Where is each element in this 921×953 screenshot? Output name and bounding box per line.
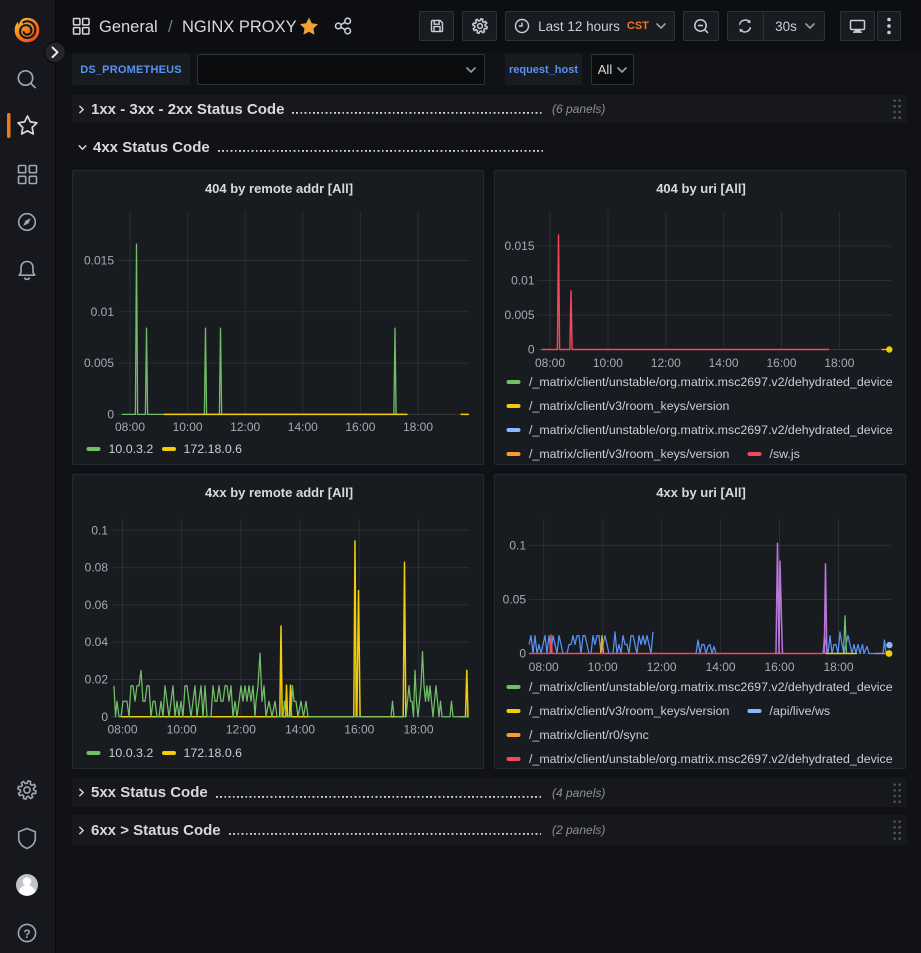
svg-text:0.015: 0.015 — [84, 254, 114, 268]
svg-text:/_matrix/client/v3/room_keys/v: /_matrix/client/v3/room_keys/version — [529, 704, 729, 718]
svg-text:18:00: 18:00 — [823, 660, 853, 674]
svg-text:18:00: 18:00 — [403, 723, 433, 737]
svg-text:16:00: 16:00 — [766, 356, 796, 370]
svg-text:404 by uri [All]: 404 by uri [All] — [656, 181, 746, 196]
svg-text:0: 0 — [107, 407, 114, 421]
svg-text:12:00: 12:00 — [647, 660, 677, 674]
svg-text:0.01: 0.01 — [511, 274, 535, 288]
svg-text:4xx by remote addr [All]: 4xx by remote addr [All] — [205, 485, 353, 500]
svg-text:10.0.3.2: 10.0.3.2 — [109, 442, 154, 456]
svg-text:4xx by uri [All]: 4xx by uri [All] — [656, 485, 746, 500]
svg-text:?: ? — [23, 927, 30, 941]
svg-text:/_matrix/client/v3/room_keys/v: /_matrix/client/v3/room_keys/version — [529, 447, 729, 461]
svg-text:08:00: 08:00 — [529, 660, 559, 674]
svg-text:18:00: 18:00 — [824, 356, 854, 370]
svg-text:0.005: 0.005 — [504, 308, 534, 322]
svg-text:18:00: 18:00 — [403, 420, 433, 434]
svg-text:/api/live/ws: /api/live/ws — [770, 704, 831, 718]
svg-text:/_matrix/client/unstable/org.m: /_matrix/client/unstable/org.matrix.msc2… — [529, 423, 893, 437]
svg-text:0.08: 0.08 — [85, 561, 109, 575]
svg-text:NGINX PROXY: NGINX PROXY — [182, 18, 297, 36]
svg-text:0.01: 0.01 — [91, 305, 115, 319]
svg-text:10:00: 10:00 — [593, 356, 623, 370]
svg-text:0.1: 0.1 — [509, 539, 526, 553]
svg-text:172.18.0.6: 172.18.0.6 — [184, 442, 243, 456]
svg-text:0.06: 0.06 — [85, 598, 109, 612]
svg-text:14:00: 14:00 — [288, 420, 318, 434]
svg-text:0.1: 0.1 — [91, 523, 108, 537]
svg-text:16:00: 16:00 — [345, 420, 375, 434]
svg-text:16:00: 16:00 — [764, 660, 794, 674]
svg-text:0.05: 0.05 — [503, 593, 527, 607]
svg-text:08:00: 08:00 — [535, 356, 565, 370]
svg-text:0.04: 0.04 — [85, 635, 109, 649]
svg-text:/_matrix/client/r0/sync: /_matrix/client/r0/sync — [529, 728, 649, 742]
svg-text:0: 0 — [528, 343, 535, 357]
svg-text:0.005: 0.005 — [84, 356, 114, 370]
svg-text:/_matrix/client/unstable/org.m: /_matrix/client/unstable/org.matrix.msc2… — [529, 752, 893, 766]
svg-text:10.0.3.2: 10.0.3.2 — [109, 746, 154, 760]
svg-text:12:00: 12:00 — [651, 356, 681, 370]
svg-text:General: General — [99, 18, 158, 36]
svg-text:10:00: 10:00 — [173, 420, 203, 434]
svg-text:10:00: 10:00 — [167, 723, 197, 737]
svg-text:10:00: 10:00 — [588, 660, 618, 674]
svg-text:404 by remote addr [All]: 404 by remote addr [All] — [205, 181, 353, 196]
svg-text:08:00: 08:00 — [107, 723, 137, 737]
svg-text:14:00: 14:00 — [706, 660, 736, 674]
svg-text:08:00: 08:00 — [115, 420, 145, 434]
svg-text:0: 0 — [519, 647, 526, 661]
svg-text:/_matrix/client/v3/room_keys/v: /_matrix/client/v3/room_keys/version — [529, 399, 729, 413]
svg-text:/_matrix/client/unstable/org.m: /_matrix/client/unstable/org.matrix.msc2… — [529, 680, 893, 694]
svg-text:/sw.js: /sw.js — [770, 447, 800, 461]
svg-text:12:00: 12:00 — [226, 723, 256, 737]
svg-text:172.18.0.6: 172.18.0.6 — [184, 746, 243, 760]
svg-text:/_matrix/client/unstable/org.m: /_matrix/client/unstable/org.matrix.msc2… — [529, 375, 893, 389]
svg-text:14:00: 14:00 — [285, 723, 315, 737]
svg-text:0.02: 0.02 — [85, 673, 109, 687]
svg-text:/: / — [168, 18, 173, 36]
svg-text:14:00: 14:00 — [709, 356, 739, 370]
svg-text:0.015: 0.015 — [504, 239, 534, 253]
svg-text:12:00: 12:00 — [230, 420, 260, 434]
svg-text:16:00: 16:00 — [344, 723, 374, 737]
